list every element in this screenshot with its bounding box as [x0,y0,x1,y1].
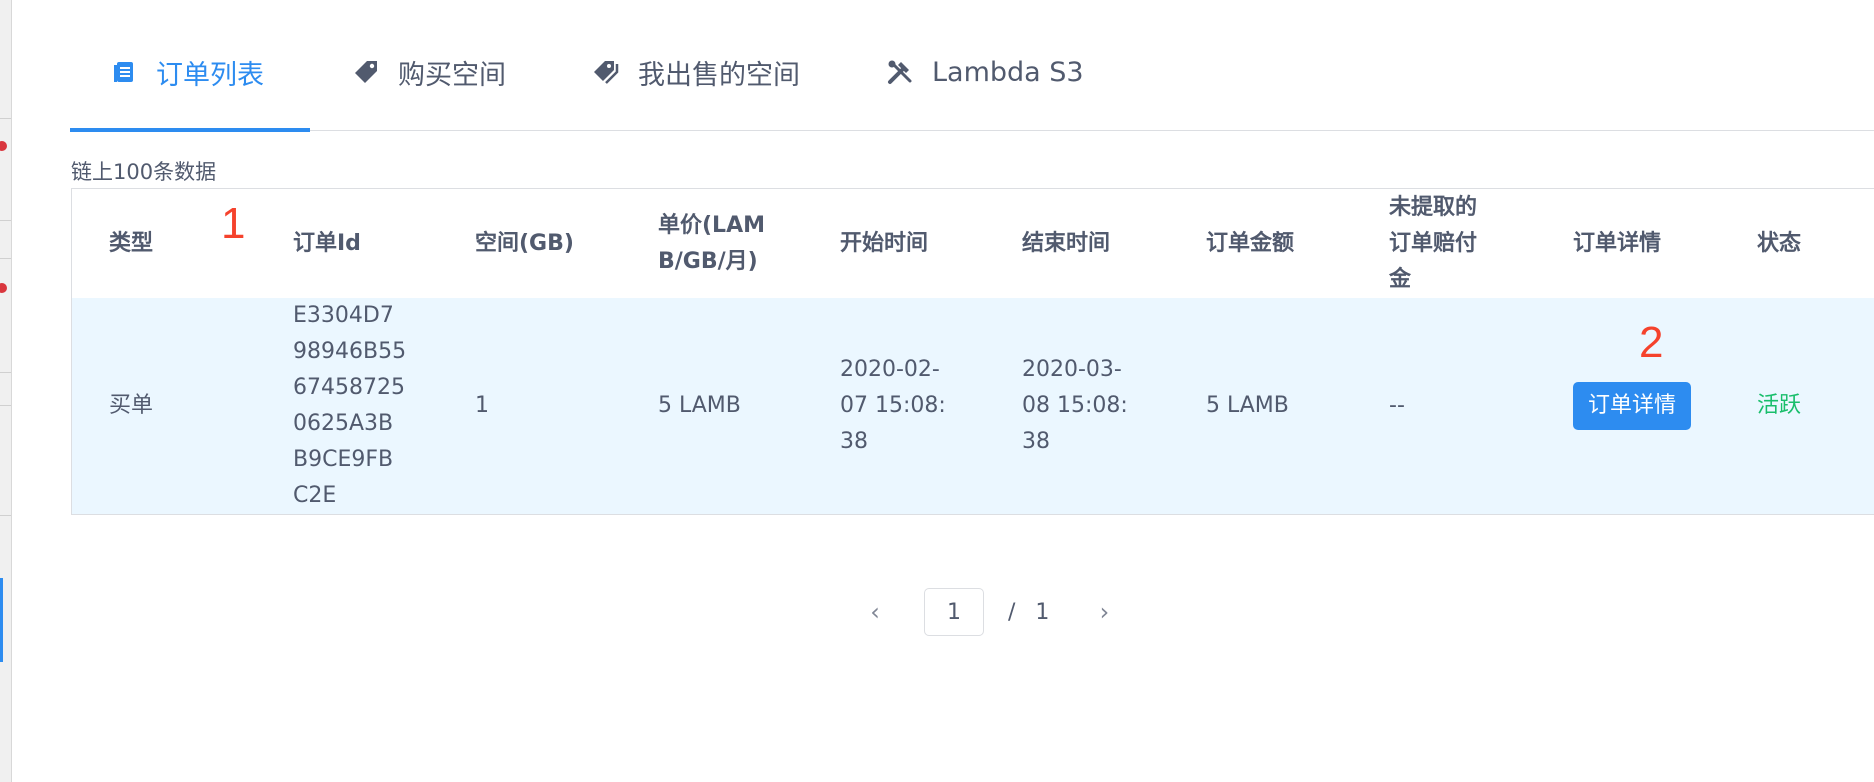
left-window-strip [0,0,12,782]
header-order-id: 订单Id [293,230,361,256]
cell-type: 买单 [109,393,154,418]
tab-label: 购买空间 [398,59,506,91]
orders-table: 类型 订单Id 空间(GB) 单价(LAM B/GB/月) 开始时间 结束时间 订… [71,188,1874,515]
tab-label: 我出售的空间 [638,59,800,91]
cell-space: 1 [475,393,489,418]
header-unclaimed-compensation: 未提取的 订单赔付金 [1389,194,1478,292]
header-type: 类型 [109,230,154,256]
total-pages: 1 [1035,599,1050,625]
next-page-button[interactable]: › [1089,598,1119,626]
notification-dot [0,141,7,151]
header-space: 空间(GB) [475,230,574,256]
cell-price: 5 LAMB [658,393,741,418]
prev-page-button[interactable]: ‹ [860,598,890,626]
tab-label: Lambda S3 [932,56,1084,88]
cell-start-time: 2020-02- 07 15:08: 38 [840,357,946,454]
header-status: 状态 [1757,230,1802,256]
tools-icon [886,58,914,86]
annotation-marker-2: 2 [1639,318,1664,367]
header-start-time: 开始时间 [840,230,929,256]
tags-icon [592,58,620,86]
annotation-marker-1: 1 [221,199,246,248]
page-separator: / [1008,599,1016,625]
order-detail-button[interactable]: 订单详情 [1573,382,1692,430]
notification-dot [0,283,7,293]
tab-my-sold-space[interactable]: 我出售的空间 [592,52,800,92]
header-order-detail: 订单详情 [1573,230,1662,256]
header-order-amount: 订单金额 [1206,230,1295,256]
page-number-input[interactable] [924,588,984,636]
cell-order-detail: 订单详情 [1573,298,1692,514]
tab-label: 订单列表 [156,59,264,91]
cell-order-amount: 5 LAMB [1206,393,1289,418]
cell-unclaimed-compensation: -- [1389,393,1405,418]
cell-end-time: 2020-03- 08 15:08: 38 [1022,357,1128,454]
tab-order-list[interactable]: 订单列表 [110,52,264,92]
tab-lambda-s3[interactable]: Lambda S3 [886,52,1084,92]
data-count-summary: 链上100条数据 [71,160,217,184]
header-end-time: 结束时间 [1022,230,1111,256]
tab-buy-space[interactable]: 购买空间 [352,52,506,92]
header-price: 单价(LAM B/GB/月) [658,212,765,274]
cell-order-id: E3304D7 98946B55 67458725 0625A3B B9CE9FB C… [293,303,407,508]
active-tab-indicator [70,128,310,132]
tag-icon [352,58,380,86]
pagination: ‹ / 1 › [860,588,1119,636]
selection-indicator [0,578,3,662]
status-badge: 活跃 [1757,393,1802,418]
table-row: 买单 E3304D7 98946B55 67458725 0625A3B B9CE9… [72,298,1874,514]
tab-bar: 订单列表 购买空间 我出售的空间 Lambda S3 [70,0,1874,132]
document-icon [110,58,138,86]
table-header: 类型 订单Id 空间(GB) 单价(LAM B/GB/月) 开始时间 结束时间 订… [72,189,1874,298]
